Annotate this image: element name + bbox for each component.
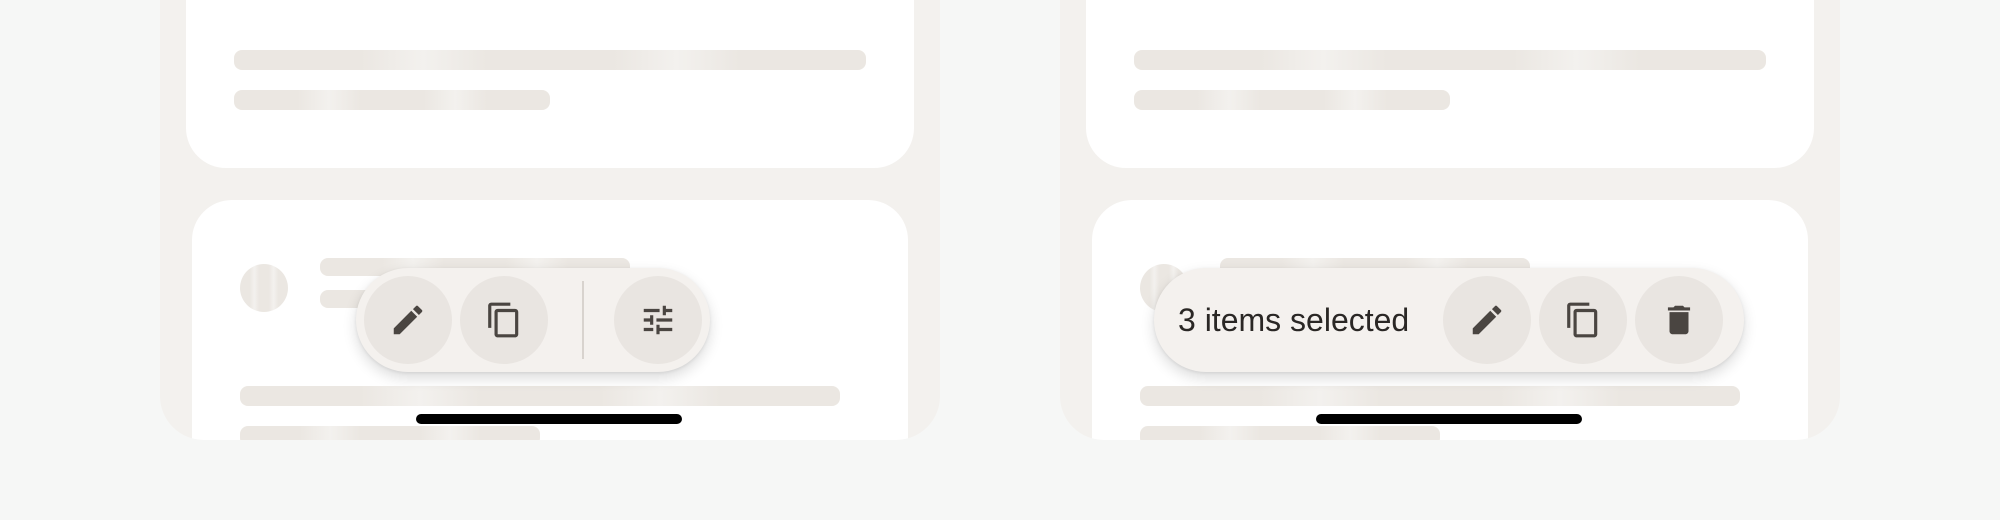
home-indicator xyxy=(416,414,682,424)
tune-sliders-icon xyxy=(643,305,673,335)
skeleton-avatar xyxy=(240,264,288,312)
pencil-icon xyxy=(1472,305,1502,335)
edit-button[interactable] xyxy=(364,276,452,364)
floating-selection-toolbar: 3 items selected xyxy=(1154,268,1744,372)
phone-screen-multi-selection xyxy=(1060,0,1840,440)
adjust-button[interactable] xyxy=(614,276,702,364)
duplicate-button[interactable] xyxy=(460,276,548,364)
skeleton-line xyxy=(240,386,840,406)
skeleton-line xyxy=(240,426,540,440)
trash-icon xyxy=(1668,305,1691,335)
phone-screen-single-selection xyxy=(160,0,940,440)
copy-icon xyxy=(1567,302,1598,338)
duplicate-button[interactable] xyxy=(1539,276,1628,364)
selection-count-label: 3 items selected xyxy=(1178,301,1410,338)
skeleton-line xyxy=(1140,386,1740,406)
floating-action-toolbar xyxy=(356,268,710,372)
pencil-icon xyxy=(393,305,423,335)
edit-button[interactable] xyxy=(1443,276,1532,364)
delete-button[interactable] xyxy=(1635,276,1724,364)
copy-icon xyxy=(488,302,519,338)
content-card xyxy=(1086,0,1814,168)
skeleton-line xyxy=(234,90,550,110)
skeleton-line xyxy=(1134,90,1450,110)
home-indicator xyxy=(1316,414,1582,424)
skeleton-line xyxy=(234,50,866,70)
toolbar-divider xyxy=(582,281,584,359)
content-card xyxy=(186,0,914,168)
skeleton-line xyxy=(1134,50,1766,70)
skeleton-line xyxy=(1140,426,1440,440)
